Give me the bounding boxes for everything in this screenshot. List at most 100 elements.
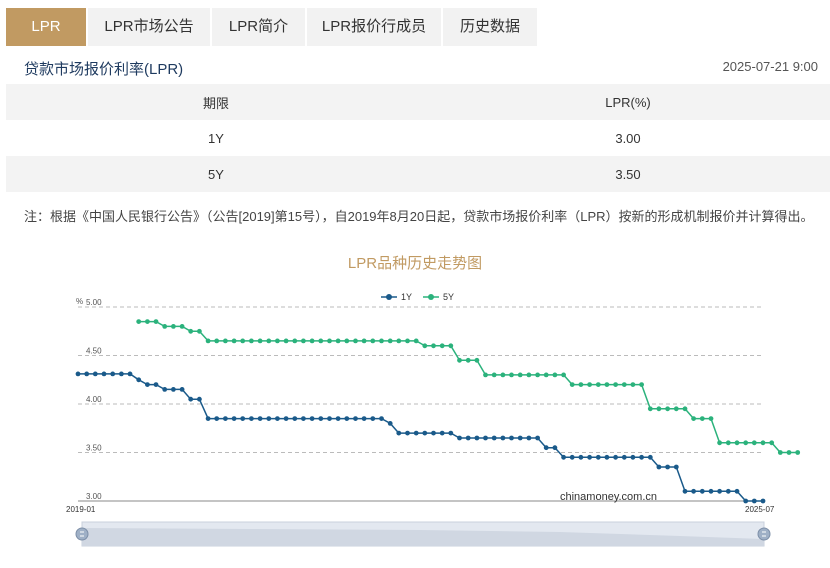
data-point-5y[interactable] <box>448 343 454 349</box>
data-point-1y[interactable] <box>344 416 350 421</box>
data-point-1y[interactable] <box>214 416 220 421</box>
data-point-5y[interactable] <box>682 406 688 412</box>
data-point-1y[interactable] <box>353 416 358 421</box>
data-point-1y[interactable] <box>474 435 480 441</box>
data-point-1y[interactable] <box>318 416 324 421</box>
data-point-5y[interactable] <box>205 338 211 344</box>
data-point-5y[interactable] <box>500 372 506 378</box>
data-point-1y[interactable] <box>84 371 90 377</box>
data-point-5y[interactable] <box>699 416 705 421</box>
data-point-1y[interactable] <box>509 435 514 441</box>
zoom-slider[interactable] <box>75 521 771 547</box>
data-point-1y[interactable] <box>483 435 488 441</box>
data-point-1y[interactable] <box>604 454 610 460</box>
data-point-1y[interactable] <box>751 498 757 504</box>
data-point-1y[interactable] <box>309 416 315 421</box>
data-point-1y[interactable] <box>405 430 410 436</box>
data-point-1y[interactable] <box>223 416 228 421</box>
data-point-5y[interactable] <box>673 406 679 412</box>
data-point-5y[interactable] <box>145 319 150 324</box>
data-point-1y[interactable] <box>413 430 419 436</box>
data-point-5y[interactable] <box>431 343 436 349</box>
data-point-1y[interactable] <box>92 371 98 377</box>
data-point-1y[interactable] <box>734 488 740 494</box>
data-point-1y[interactable] <box>153 382 159 387</box>
data-point-1y[interactable] <box>743 498 749 504</box>
data-point-1y[interactable] <box>457 435 462 441</box>
data-point-5y[interactable] <box>136 319 142 324</box>
data-point-5y[interactable] <box>613 382 618 387</box>
data-point-5y[interactable] <box>526 372 532 378</box>
data-point-5y[interactable] <box>231 338 237 344</box>
data-point-5y[interactable] <box>188 328 194 334</box>
data-point-5y[interactable] <box>439 343 445 349</box>
data-point-5y[interactable] <box>587 382 592 387</box>
data-point-1y[interactable] <box>725 488 731 494</box>
data-point-1y[interactable] <box>526 435 532 441</box>
data-point-1y[interactable] <box>127 371 133 377</box>
data-point-1y[interactable] <box>569 454 575 460</box>
data-point-1y[interactable] <box>379 416 384 421</box>
data-point-1y[interactable] <box>327 416 332 421</box>
data-point-5y[interactable] <box>751 440 757 446</box>
data-point-1y[interactable] <box>197 396 202 402</box>
data-point-5y[interactable] <box>162 324 168 329</box>
data-point-5y[interactable] <box>171 324 176 329</box>
data-point-1y[interactable] <box>101 371 107 377</box>
tab-historical-data[interactable]: 历史数据 <box>443 8 537 46</box>
data-point-5y[interactable] <box>327 338 332 344</box>
data-point-1y[interactable] <box>561 454 566 460</box>
data-point-1y[interactable] <box>682 488 688 494</box>
data-point-5y[interactable] <box>543 372 549 378</box>
data-point-1y[interactable] <box>231 416 237 421</box>
data-point-5y[interactable] <box>483 372 488 378</box>
data-point-1y[interactable] <box>647 454 653 460</box>
data-point-1y[interactable] <box>465 435 471 441</box>
data-point-5y[interactable] <box>509 372 514 378</box>
data-point-5y[interactable] <box>422 343 428 349</box>
data-point-5y[interactable] <box>569 382 575 387</box>
data-point-5y[interactable] <box>743 440 749 446</box>
data-point-5y[interactable] <box>465 357 471 363</box>
data-point-5y[interactable] <box>647 406 653 412</box>
data-point-1y[interactable] <box>301 416 306 421</box>
data-point-5y[interactable] <box>795 450 801 455</box>
data-point-5y[interactable] <box>725 440 731 446</box>
data-point-5y[interactable] <box>309 338 315 344</box>
data-point-1y[interactable] <box>595 454 601 460</box>
data-point-1y[interactable] <box>613 454 618 460</box>
data-point-1y[interactable] <box>266 416 272 421</box>
data-point-5y[interactable] <box>335 338 341 344</box>
data-point-1y[interactable] <box>370 416 376 421</box>
data-point-5y[interactable] <box>413 338 419 344</box>
tab-market-announcement[interactable]: LPR市场公告 <box>88 8 210 46</box>
data-point-5y[interactable] <box>283 338 289 344</box>
data-point-1y[interactable] <box>257 416 263 421</box>
data-point-1y[interactable] <box>387 421 393 426</box>
data-point-1y[interactable] <box>691 488 696 494</box>
data-point-5y[interactable] <box>491 372 497 378</box>
zoom-handle-left[interactable] <box>75 527 89 541</box>
data-point-5y[interactable] <box>561 372 566 378</box>
data-point-5y[interactable] <box>353 338 358 344</box>
data-point-5y[interactable] <box>621 382 627 387</box>
data-point-5y[interactable] <box>786 450 792 455</box>
tab-lpr[interactable]: LPR <box>6 8 86 46</box>
data-point-1y[interactable] <box>656 464 662 470</box>
data-point-5y[interactable] <box>370 338 376 344</box>
data-point-1y[interactable] <box>75 371 81 377</box>
data-point-5y[interactable] <box>318 338 324 344</box>
data-point-5y[interactable] <box>240 338 246 344</box>
data-point-1y[interactable] <box>439 430 445 436</box>
data-point-5y[interactable] <box>760 440 766 446</box>
data-point-1y[interactable] <box>673 464 679 470</box>
data-point-1y[interactable] <box>543 445 549 451</box>
data-point-5y[interactable] <box>474 357 480 363</box>
data-point-5y[interactable] <box>552 372 558 378</box>
data-point-1y[interactable] <box>188 396 194 402</box>
legend-item-5y[interactable]: 5Y <box>423 292 454 302</box>
data-point-5y[interactable] <box>457 357 462 363</box>
data-point-5y[interactable] <box>769 440 775 446</box>
data-point-5y[interactable] <box>153 319 159 324</box>
data-point-5y[interactable] <box>387 338 393 344</box>
